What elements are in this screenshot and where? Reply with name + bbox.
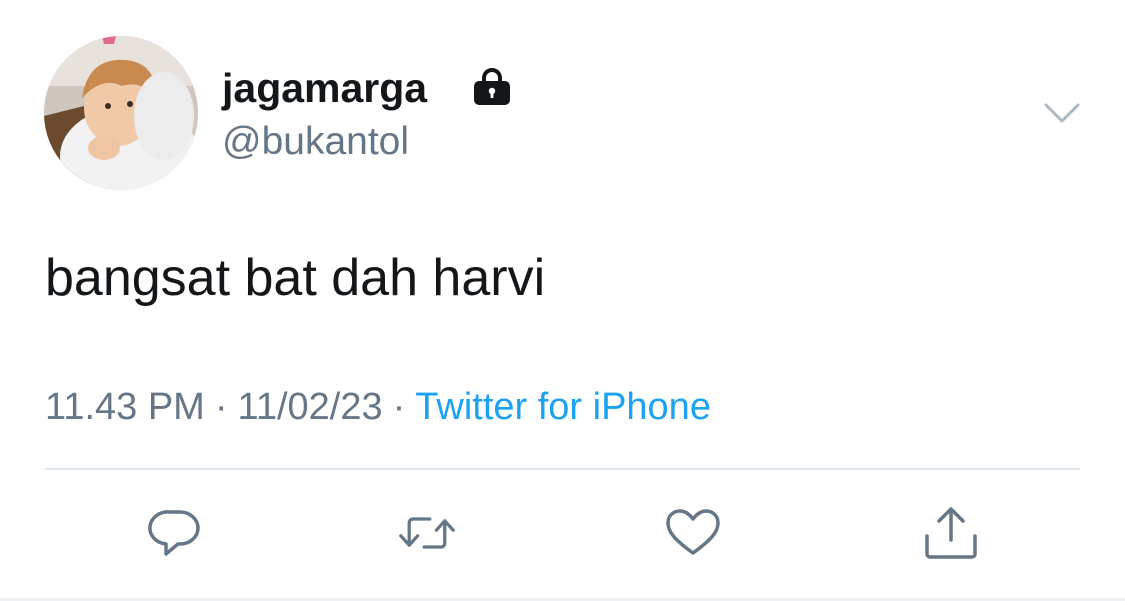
avatar[interactable] [44,36,198,190]
tweet-date: 11/02/23 [237,386,383,428]
display-name[interactable]: jagamarga [222,62,427,114]
tweet-time: 11.43 PM [45,386,205,428]
meta-separator: · [392,386,406,428]
reply-button[interactable] [146,507,204,559]
user-handle[interactable]: @bukantol [222,118,409,166]
reply-icon [148,510,200,556]
meta-separator: · [214,386,228,428]
divider [45,468,1080,470]
heart-icon [666,509,720,555]
tweet-meta: 11.43 PM · 11/02/23 · Twitter for iPhone [45,383,711,431]
chevron-down-icon[interactable] [1043,100,1081,126]
tweet-source-link[interactable]: Twitter for iPhone [415,386,711,428]
lock-icon [474,68,510,105]
retweet-button[interactable] [398,507,456,559]
share-icon [925,507,977,559]
like-button[interactable] [664,507,722,559]
tweet-text: bangsat bat dah harvi [45,249,546,307]
avatar-photo [44,36,198,190]
retweet-icon [399,517,455,549]
share-button[interactable] [922,507,980,559]
